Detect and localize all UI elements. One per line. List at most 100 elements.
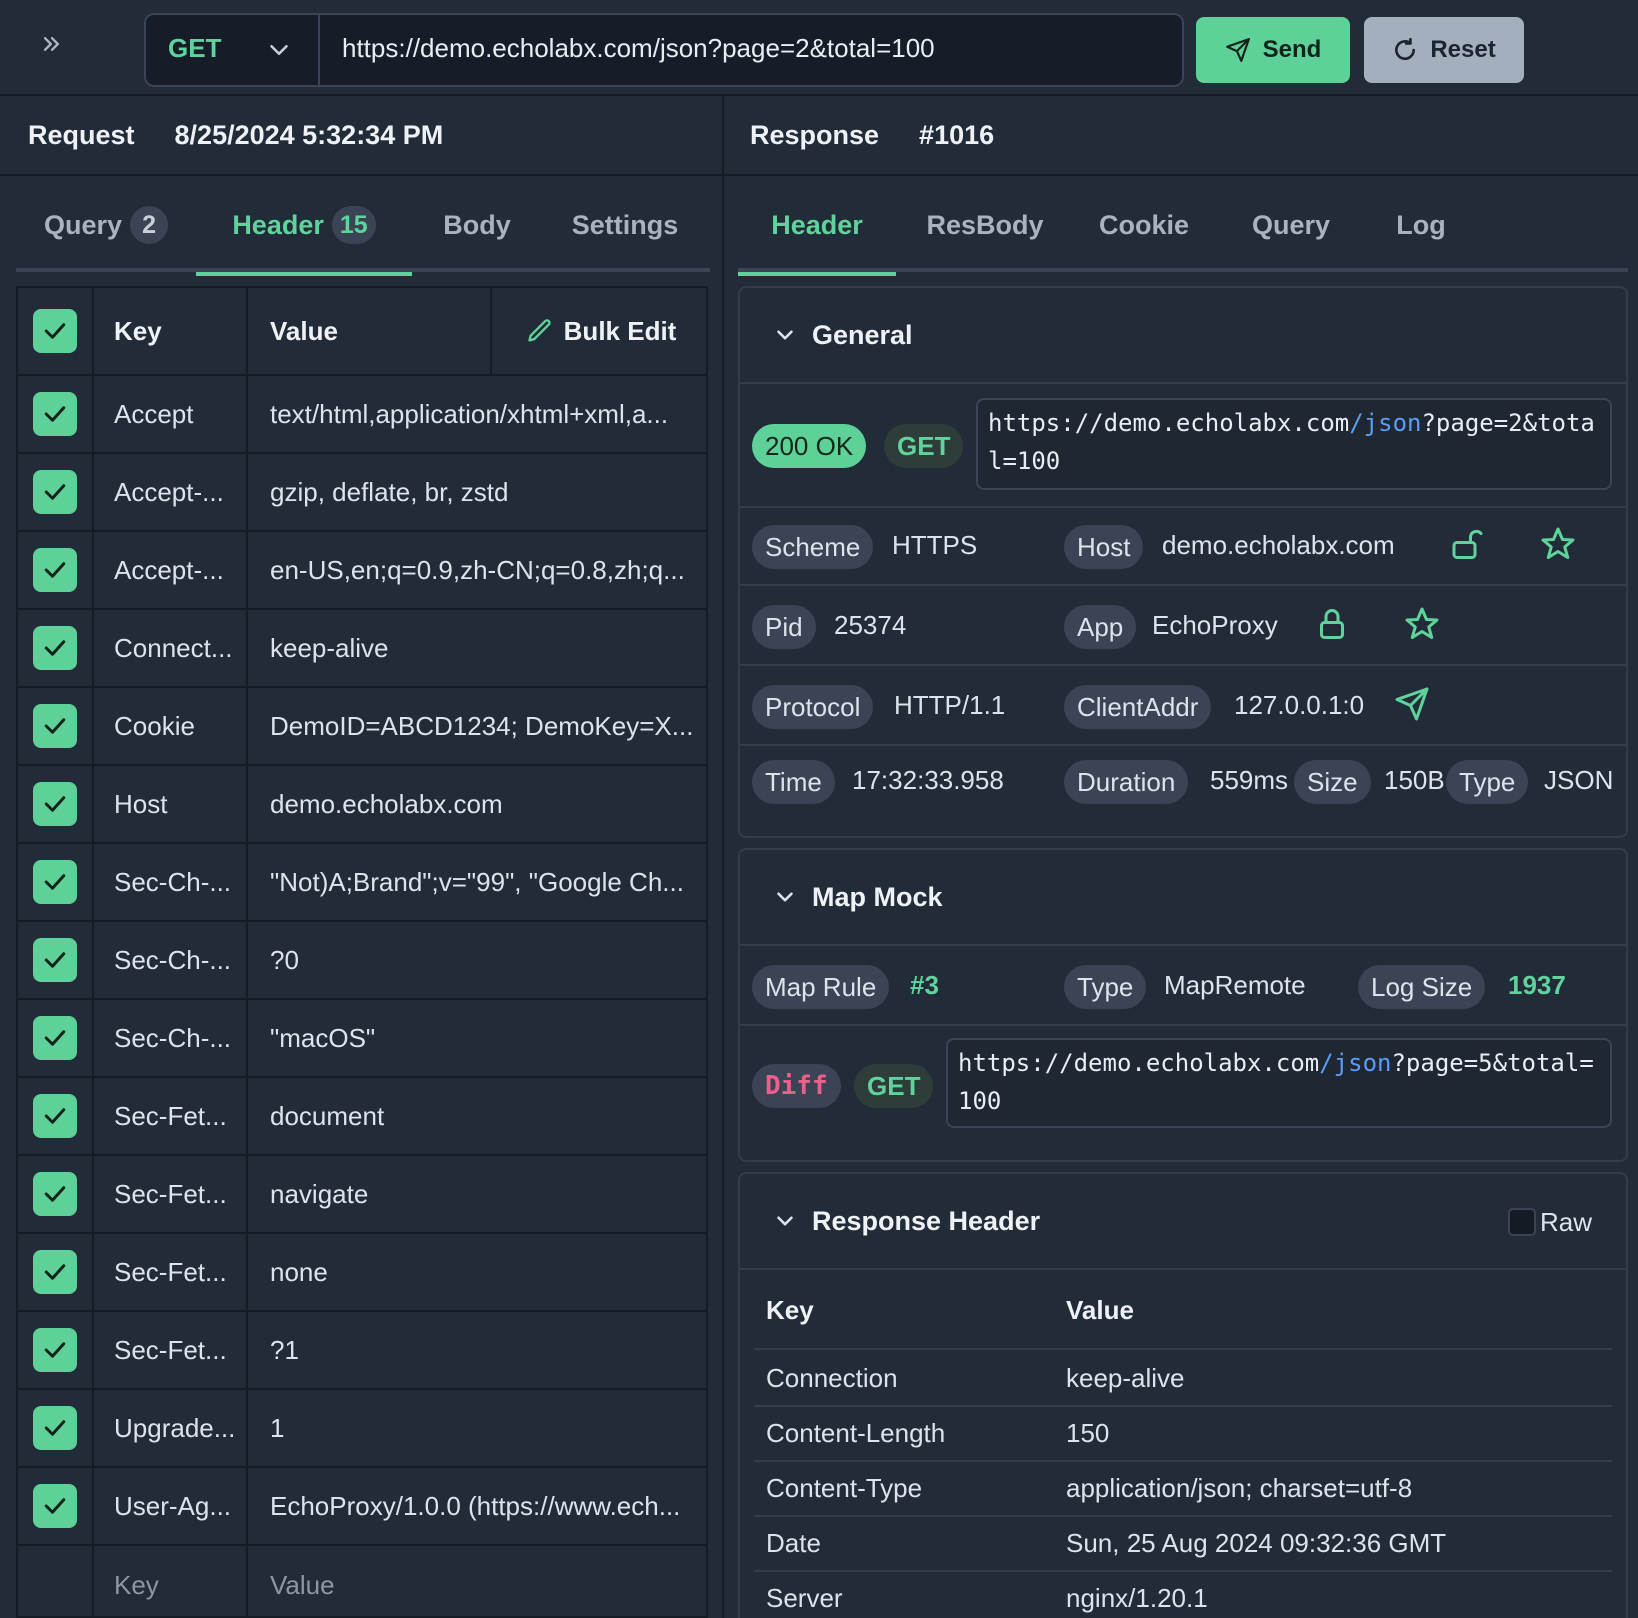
tab-settings[interactable]: Settings <box>542 178 708 272</box>
header-value[interactable]: "macOS" <box>248 1000 706 1076</box>
row-checkbox[interactable] <box>33 1172 77 1216</box>
new-value-input[interactable]: Value <box>248 1546 706 1616</box>
header-key[interactable]: Cookie <box>94 688 248 764</box>
row-checkbox[interactable] <box>33 626 77 670</box>
tab-res-header-label: Header <box>771 209 863 240</box>
row-checkbox[interactable] <box>33 1406 77 1450</box>
header-value[interactable]: navigate <box>248 1156 706 1232</box>
header-key[interactable]: Accept-... <box>94 532 248 608</box>
table-row: Sec-Fet... document <box>18 1078 706 1156</box>
lock-icon[interactable] <box>1314 606 1350 642</box>
row-checkbox[interactable] <box>33 1094 77 1138</box>
reset-button[interactable]: Reset <box>1364 17 1524 83</box>
header-key[interactable]: Sec-Fet... <box>94 1156 248 1232</box>
header-key[interactable]: Accept-... <box>94 454 248 530</box>
row-checkbox[interactable] <box>33 1484 77 1528</box>
map-url[interactable]: https://demo.echolabx.com/json?page=5&to… <box>946 1038 1612 1128</box>
row-checkbox[interactable] <box>33 1328 77 1372</box>
response-header-header[interactable]: Response Header Raw <box>740 1174 1626 1270</box>
header-value[interactable]: DemoID=ABCD1234; DemoKey=X... <box>248 688 706 764</box>
header-key[interactable]: Sec-Fet... <box>94 1078 248 1154</box>
header-value[interactable]: ?1 <box>248 1312 706 1388</box>
map-rule-value[interactable]: #3 <box>910 970 939 1001</box>
tab-res-header[interactable]: Header <box>738 178 896 276</box>
header-key[interactable]: Host <box>94 766 248 842</box>
response-title: Response <box>750 119 880 150</box>
pencil-icon <box>527 319 551 342</box>
row-checkbox[interactable] <box>33 470 77 514</box>
row-checkbox[interactable] <box>33 704 77 748</box>
header-value[interactable]: text/html,application/xhtml+xml,a... <box>248 376 706 452</box>
tab-header[interactable]: Header 15 <box>196 178 412 276</box>
time-value: 17:32:33.958 <box>852 765 1004 795</box>
map-mock-header[interactable]: Map Mock <box>740 850 1626 946</box>
tab-res-log-label: Log <box>1396 209 1446 240</box>
response-header-value: nginx/1.20.1 <box>1066 1583 1208 1613</box>
row-checkbox[interactable] <box>33 392 77 436</box>
check-icon <box>44 874 66 890</box>
row-checkbox[interactable] <box>33 782 77 826</box>
star-icon[interactable] <box>1404 606 1440 642</box>
header-value[interactable]: demo.echolabx.com <box>248 766 706 842</box>
row-checkbox[interactable] <box>33 548 77 592</box>
pane-divider[interactable] <box>722 96 724 1618</box>
header-key[interactable]: Sec-Fet... <box>94 1312 248 1388</box>
response-url[interactable]: https://demo.echolabx.com/json?page=2&to… <box>976 398 1612 490</box>
select-all-checkbox[interactable] <box>33 309 77 353</box>
check-icon <box>44 484 66 500</box>
star-icon[interactable] <box>1540 526 1576 562</box>
row-checkbox[interactable] <box>33 860 77 904</box>
response-header-key: Connection <box>766 1363 898 1393</box>
log-size-label: Log Size <box>1358 965 1486 1009</box>
header-value[interactable]: document <box>248 1078 706 1154</box>
send-button[interactable]: Send <box>1196 17 1350 83</box>
check-icon <box>44 1498 66 1514</box>
request-header-table: Key Value Bulk Edit Accept text/html,appl… <box>16 286 708 1618</box>
tab-query[interactable]: Query 2 <box>16 178 196 272</box>
method-select[interactable]: GET <box>146 15 320 85</box>
bulk-edit-button[interactable]: Bulk Edit <box>492 288 706 374</box>
header-key[interactable]: User-Ag... <box>94 1468 248 1544</box>
table-row: Sec-Fet... navigate <box>18 1156 706 1234</box>
tab-body[interactable]: Body <box>412 178 542 272</box>
tab-res-cookie[interactable]: Cookie <box>1074 178 1214 272</box>
tab-res-body[interactable]: ResBody <box>896 178 1074 272</box>
general-panel: General 200 OK GET https://demo.echolabx… <box>738 286 1628 838</box>
size-label: Size <box>1294 760 1371 804</box>
header-value[interactable]: EchoProxy/1.0.0 (https://www.ech... <box>248 1468 706 1544</box>
raw-checkbox[interactable] <box>1508 1208 1536 1236</box>
request-timestamp: 8/25/2024 5:32:34 PM <box>174 119 444 150</box>
header-value[interactable]: keep-alive <box>248 610 706 686</box>
check-icon <box>44 1108 66 1124</box>
response-header-value: keep-alive <box>1066 1363 1185 1393</box>
type-value: JSON <box>1544 765 1614 795</box>
header-key[interactable]: Sec-Ch-... <box>94 1000 248 1076</box>
header-value[interactable]: "Not)A;Brand";v="99", "Google Ch... <box>248 844 706 920</box>
general-header[interactable]: General <box>740 288 1626 384</box>
header-key[interactable]: Sec-Ch-... <box>94 922 248 998</box>
send-icon[interactable] <box>1394 686 1430 722</box>
new-key-input[interactable]: Key <box>94 1546 248 1616</box>
header-key[interactable]: Connect... <box>94 610 248 686</box>
map-url-host: https://demo.echolabx.com <box>958 1049 1320 1077</box>
header-key[interactable]: Sec-Ch-... <box>94 844 248 920</box>
chevron-down-icon <box>777 330 793 340</box>
row-checkbox[interactable] <box>33 938 77 982</box>
header-key[interactable]: Upgrade... <box>94 1390 248 1466</box>
tab-res-log[interactable]: Log <box>1368 178 1474 272</box>
tab-res-query[interactable]: Query <box>1214 178 1368 272</box>
header-value[interactable]: gzip, deflate, br, zstd <box>248 454 706 530</box>
general-status-row: 200 OK GET https://demo.echolabx.com/jso… <box>740 386 1626 508</box>
row-checkbox[interactable] <box>33 1016 77 1060</box>
double-chevron-right-icon[interactable] <box>36 30 68 64</box>
diff-badge[interactable]: Diff <box>752 1064 841 1108</box>
header-value[interactable]: en-US,en;q=0.9,zh-CN;q=0.8,zh;q... <box>248 532 706 608</box>
header-key[interactable]: Sec-Fet... <box>94 1234 248 1310</box>
url-input[interactable]: https://demo.echolabx.com/json?page=2&to… <box>342 33 1162 64</box>
header-value[interactable]: ?0 <box>248 922 706 998</box>
unlock-icon[interactable] <box>1448 526 1484 562</box>
header-value[interactable]: 1 <box>248 1390 706 1466</box>
row-checkbox[interactable] <box>33 1250 77 1294</box>
header-key[interactable]: Accept <box>94 376 248 452</box>
header-value[interactable]: none <box>248 1234 706 1310</box>
